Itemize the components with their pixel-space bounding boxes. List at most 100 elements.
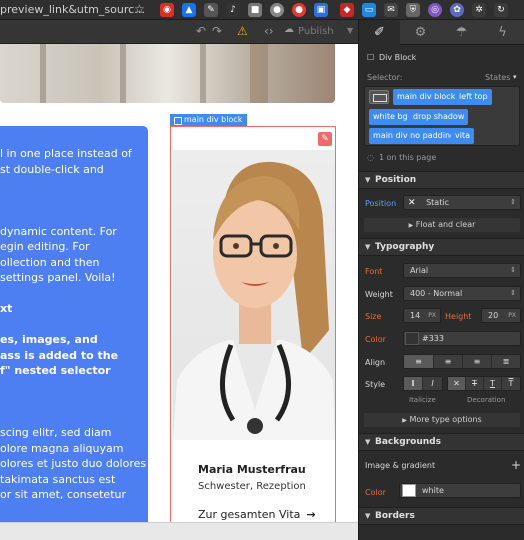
align-justify-icon[interactable]: ≣ — [492, 355, 520, 368]
chevron-updown-icon[interactable]: ⇕ — [510, 287, 516, 300]
size-unit[interactable]: PX — [428, 309, 436, 322]
extension-flower-icon[interactable]: ✿ — [450, 3, 464, 17]
chevron-updown-icon[interactable]: ⇕ — [510, 196, 516, 209]
bg-color-swatch[interactable] — [402, 484, 416, 497]
more-type-options-label[interactable]: More type options — [409, 415, 481, 424]
size-input[interactable]: 14 PX — [403, 308, 441, 323]
warning-icon[interactable]: ⚠ — [237, 24, 248, 38]
person-photo[interactable] — [173, 150, 335, 440]
decoration-none-icon[interactable]: ✕ — [448, 377, 466, 390]
section-borders[interactable]: ▼ Borders — [359, 507, 524, 525]
bg-color-value[interactable]: white — [422, 486, 444, 495]
browser-url-bar[interactable]: preview_link&utm_sourc… ☆ ◉ ▲ ✎ ♪ ■ ● ● … — [0, 0, 524, 20]
extension-red-dot-icon[interactable]: ● — [292, 3, 306, 17]
extension-shield-icon[interactable]: ⛨ — [406, 3, 420, 17]
gear-icon[interactable]: ⚙ — [400, 20, 441, 45]
float-clear-button[interactable]: ▶ Float and clear — [364, 218, 520, 232]
extension-blue-icon[interactable]: ▲ — [182, 3, 196, 17]
extension-music-icon[interactable]: ♪ — [226, 3, 240, 17]
vita-link[interactable]: Zur gesamten Vita → — [198, 508, 316, 521]
selector-chip[interactable]: white bg — [369, 109, 412, 125]
italic-icon[interactable]: I — [423, 377, 442, 390]
strikethrough-icon[interactable]: T — [466, 377, 484, 390]
weight-select[interactable]: 400 - Normal ⇕ — [403, 286, 521, 301]
align-buttons[interactable]: ≡ ≡ ≡ ≣ — [403, 354, 521, 369]
extension-red-icon[interactable]: ◉ — [160, 3, 174, 17]
align-center-icon[interactable]: ≡ — [434, 355, 463, 368]
color-value[interactable]: #333 — [422, 334, 444, 343]
url-text[interactable]: preview_link&utm_sourc… — [0, 3, 145, 16]
section-backgrounds[interactable]: ▼ Backgrounds — [359, 433, 524, 451]
selector-chip[interactable]: left top — [455, 89, 492, 105]
chevron-down-icon[interactable]: ▼ — [347, 26, 353, 35]
align-left-icon[interactable]: ≡ — [404, 355, 434, 368]
arrow-right-icon[interactable]: → — [306, 508, 315, 521]
selector-chip[interactable]: main div no padding — [369, 128, 460, 144]
font-value[interactable]: Arial — [410, 266, 428, 275]
person-card[interactable]: ✎ Maria Musterfrau Schwester, Rezeption … — [170, 126, 336, 540]
plus-icon[interactable]: + — [511, 458, 521, 472]
section-typography[interactable]: ▼ Typography — [359, 238, 524, 256]
extension-gray-icon[interactable]: ■ — [248, 3, 262, 17]
brush-icon[interactable]: ✐ — [359, 20, 400, 45]
redo-icon[interactable]: ↷ — [212, 24, 222, 38]
section-title[interactable]: Backgrounds — [375, 437, 441, 447]
color-input[interactable]: #333 — [403, 331, 521, 346]
height-unit[interactable]: PX — [508, 309, 516, 322]
height-value[interactable]: 20 — [488, 311, 498, 320]
hero-image[interactable] — [0, 44, 335, 103]
section-position[interactable]: ▼ Position — [359, 171, 524, 189]
font-select[interactable]: Arial ⇕ — [403, 263, 521, 278]
extension-circle-icon[interactable]: ● — [270, 3, 284, 17]
star-icon[interactable]: ☆ — [134, 2, 145, 16]
states-label[interactable]: States — [485, 73, 510, 82]
div-block-icon[interactable] — [369, 90, 389, 104]
extension-dark-icon[interactable]: ✎ — [204, 3, 218, 17]
weight-value[interactable]: 400 - Normal — [410, 289, 462, 298]
section-title[interactable]: Position — [375, 175, 416, 185]
extension-settings-icon[interactable]: ✲ — [472, 3, 486, 17]
extension-badge-icon[interactable]: ◆ — [340, 3, 354, 17]
decoration-buttons[interactable]: ✕ T T T — [447, 376, 521, 391]
color-swatch[interactable] — [405, 332, 419, 345]
section-title[interactable]: Typography — [375, 242, 434, 252]
section-title[interactable]: Borders — [375, 511, 415, 521]
position-select[interactable]: ✕ Static ⇕ — [403, 195, 521, 210]
regular-style-icon[interactable]: I — [404, 377, 423, 390]
more-type-options-button[interactable]: ▶ More type options — [364, 413, 520, 427]
selector-chip[interactable]: main div block — [393, 89, 460, 105]
bolt-icon[interactable]: ϟ — [482, 20, 523, 45]
chevron-down-icon[interactable]: ▼ — [365, 243, 370, 251]
edit-icon[interactable]: ✎ — [318, 132, 332, 146]
align-right-icon[interactable]: ≡ — [463, 355, 492, 368]
selection-label[interactable]: main div block — [170, 114, 248, 126]
info-card[interactable]: l in one place instead of st double-click… — [0, 126, 148, 540]
element-checkbox[interactable]: ☐ — [367, 53, 374, 62]
horizontal-scrollbar[interactable] — [0, 522, 358, 540]
drops-icon[interactable]: ☂ — [441, 20, 482, 45]
chevron-updown-icon[interactable]: ⇕ — [510, 264, 516, 277]
position-value[interactable]: Static — [426, 198, 449, 207]
chevron-down-icon[interactable]: ▼ — [365, 176, 370, 184]
selector-chips[interactable]: main div block left top white bg drop sh… — [364, 86, 520, 146]
undo-icon[interactable]: ↶ — [196, 24, 206, 38]
design-canvas[interactable]: l in one place instead of st double-click… — [0, 44, 358, 540]
italic-buttons[interactable]: I I — [403, 376, 443, 391]
vita-link-label[interactable]: Zur gesamten Vita — [198, 508, 300, 521]
code-icon[interactable]: ‹› — [264, 24, 274, 38]
extension-chat-icon[interactable]: ✉ — [384, 3, 398, 17]
extension-box-icon[interactable]: ▣ — [314, 3, 328, 17]
extension-screen-icon[interactable]: ▭ — [362, 3, 376, 17]
chevron-down-icon[interactable]: ▼ — [365, 512, 370, 520]
chevron-down-icon[interactable]: ▼ — [365, 438, 370, 446]
underline-icon[interactable]: T — [484, 377, 502, 390]
publish-button[interactable]: Publish — [298, 26, 334, 37]
selector-chip[interactable]: vita — [451, 128, 474, 144]
overline-icon[interactable]: T — [502, 377, 520, 390]
chevron-down-icon[interactable]: ▾ — [513, 73, 517, 81]
extension-purple-icon[interactable]: ◎ — [428, 3, 442, 17]
bg-color-input[interactable]: white — [399, 483, 521, 498]
height-input[interactable]: 20 PX — [481, 308, 521, 323]
selector-chip[interactable]: drop shadow — [409, 109, 469, 125]
extension-sync-icon[interactable]: ↻ — [494, 3, 508, 17]
